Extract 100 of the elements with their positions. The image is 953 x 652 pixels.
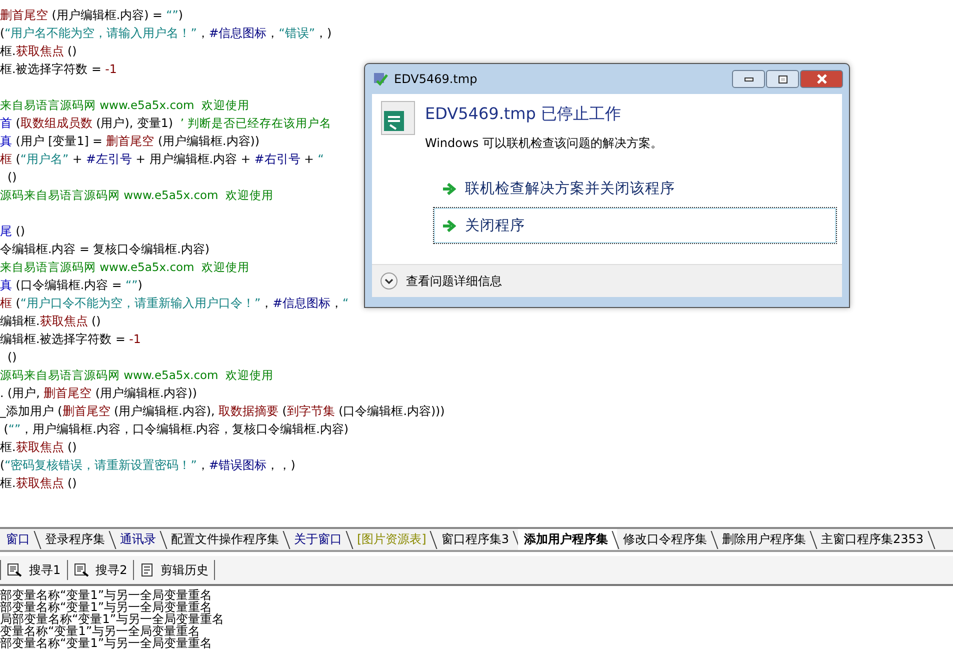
code-token: -1 [129, 332, 141, 346]
code-token: 真 [0, 134, 12, 148]
file-tab[interactable]: 窗口程序集3 [435, 529, 518, 550]
code-token: () [66, 440, 77, 454]
search-icon [74, 563, 90, 577]
app-icon [373, 71, 389, 87]
output-message: 部变量名称“变量1”与另一全局变量重名 [0, 637, 214, 649]
code-token: () [6, 170, 17, 184]
file-tab[interactable]: 删除用户程序集 [716, 529, 816, 550]
code-token: . (用户, [0, 386, 41, 400]
file-tab[interactable]: 主窗口程序集2353 [815, 529, 933, 550]
output-tab[interactable]: 搜寻1 [0, 560, 67, 580]
code-token: 真 [0, 278, 12, 292]
code-token: () [66, 476, 77, 490]
close-icon [816, 74, 828, 84]
code-token: ( [14, 116, 20, 130]
code-token: #错误图标 [208, 458, 267, 472]
code-token: “ [318, 152, 324, 166]
code-token: + 用户编辑框.内容 + [134, 152, 252, 166]
arrow-icon [442, 182, 456, 194]
code-token: ，用户编辑框.内容，口令编辑框.内容，复核口令编辑框.内容) [20, 422, 348, 436]
code-token: 删首尾空 [0, 8, 48, 22]
code-token: 框. [0, 44, 16, 58]
maximize-button[interactable] [766, 70, 799, 88]
code-token: 获取焦点 [16, 476, 64, 490]
minimize-button[interactable] [732, 70, 765, 88]
minimize-icon [744, 76, 754, 82]
code-token: () [6, 350, 17, 364]
document-icon [140, 563, 154, 577]
code-token: ，) [314, 26, 332, 40]
code-token: ，，) [266, 458, 296, 472]
command-link[interactable]: 关闭程序 [433, 207, 837, 244]
file-tab[interactable]: 添加用户程序集 [518, 529, 618, 550]
code-token: 源码来自易语言源码网 www.e5a5x.com 欢迎使用 [0, 188, 274, 202]
file-tab[interactable]: 登录程序集 [39, 529, 114, 550]
code-token: 删首尾空 [62, 404, 110, 418]
chevron-icon [380, 272, 398, 290]
code-token: #信息图标 [272, 296, 330, 310]
code-token: 取数组成员数 [20, 116, 92, 130]
code-token: “” [8, 422, 21, 436]
code-token: ( [0, 458, 5, 472]
code-token: 编辑框. [0, 314, 40, 328]
code-token: “” [166, 8, 178, 22]
file-tab[interactable]: 通讯录 [114, 529, 165, 550]
dialog-message: Windows 可以联机检查该问题的解决方案。 [425, 135, 662, 152]
code-token: (用户编辑框.内容)) [156, 134, 260, 148]
code-token: #右引号 [254, 152, 300, 166]
code-token: _添加用户 ( [0, 404, 62, 418]
code-token: “ [342, 296, 349, 310]
code-token: (用户), 变量1) [95, 116, 174, 130]
close-button[interactable] [800, 70, 843, 88]
code-token: “错误” [278, 26, 315, 40]
code-token: “用户口令不能为空，请重新输入用户口令！” [20, 296, 261, 310]
code-token: 编辑框.被选择字符数 = [0, 332, 126, 346]
code-token: ， [330, 296, 342, 310]
output-tab[interactable]: 搜寻2 [66, 560, 134, 580]
file-tab[interactable]: 配置文件操作程序集 [165, 529, 288, 550]
code-token: ) [138, 278, 142, 292]
code-token: (用户 [变量1] = [14, 134, 104, 148]
code-token: ， [266, 26, 279, 40]
file-tab[interactable]: 修改口令程序集 [617, 529, 716, 550]
code-token: ) [178, 8, 183, 22]
app-icon [381, 101, 415, 135]
code-token: ( [2, 422, 8, 436]
code-token: “密码复核错误，请重新设置密码！” [4, 458, 197, 472]
code-token: 尾 [0, 224, 12, 238]
code-token: 获取焦点 [16, 440, 64, 454]
code-token: 到字节集 [286, 404, 335, 418]
file-tab[interactable]: 关于窗口 [288, 529, 351, 550]
search-icon [7, 563, 23, 577]
output-message: 变量名称“变量1”与另一全局变量重名 [0, 625, 200, 637]
code-token: “用户名” [20, 152, 69, 166]
code-token: 框 [0, 296, 12, 310]
output-message: 部变量名称“变量1”与另一全局变量重名 [0, 601, 212, 613]
code-token: 取数据摘要 [218, 404, 278, 418]
code-token: 删首尾空 [44, 386, 92, 400]
code-token: 来自易语言源码网 www.e5a5x.com 欢迎使用 [0, 260, 250, 274]
code-token: ( [0, 26, 5, 40]
code-token: + [71, 152, 84, 166]
code-token: #左引号 [86, 152, 132, 166]
code-token: 框. [0, 440, 16, 454]
details-toggle[interactable]: 查看问题详细信息 [380, 272, 502, 290]
code-token: -1 [105, 62, 117, 76]
arrow-icon [442, 220, 456, 232]
dialog-heading: EDV5469.tmp 已停止工作 [425, 104, 622, 125]
output-tab[interactable]: 剪辑历史 [133, 560, 216, 580]
code-token: ， [260, 296, 273, 310]
code-token: 获取焦点 [40, 314, 88, 328]
code-token: (口令编辑框.内容))) [338, 404, 445, 418]
code-token: 框. [0, 476, 16, 490]
code-token: (用户编辑框.内容)) [94, 386, 197, 400]
code-token: ( [14, 152, 20, 166]
code-token: 框 [0, 152, 12, 166]
code-token: 删首尾空 [106, 134, 154, 148]
output-message: 部变量名称“变量1”与另一全局变量重名 [0, 589, 214, 601]
code-token: 框.被选择字符数 = [0, 62, 102, 76]
file-tab[interactable]: 窗口 [0, 529, 39, 550]
maximize-icon [778, 74, 788, 84]
code-token: (口令编辑框.内容 = [14, 278, 123, 292]
code-token: () [90, 314, 101, 328]
